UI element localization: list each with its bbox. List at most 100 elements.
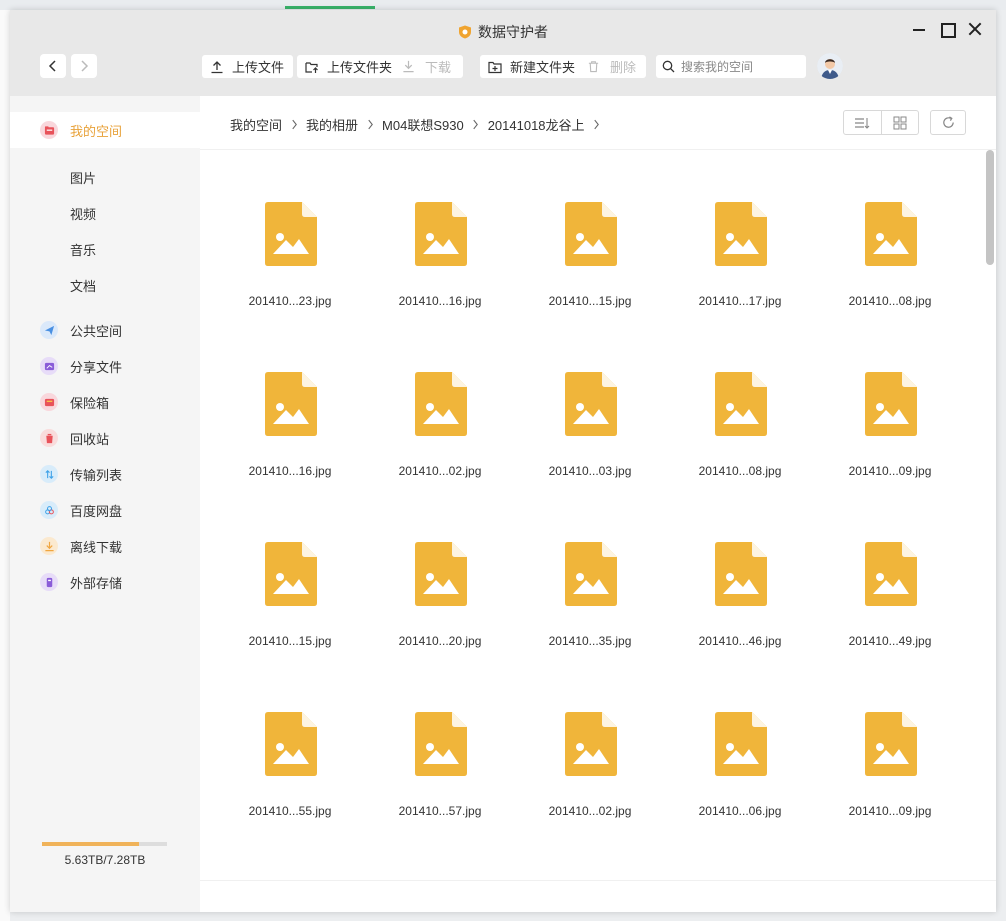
sidebar-sub-videos[interactable]: 视频: [70, 204, 96, 223]
file-name: 201410...03.jpg: [548, 464, 632, 478]
breadcrumb-item[interactable]: 我的空间: [230, 115, 282, 134]
file-name: 201410...09.jpg: [848, 804, 932, 818]
sidebar-item-label: 保险箱: [70, 395, 110, 411]
sort-list-icon: [855, 117, 870, 129]
chevron-right-icon: [282, 118, 306, 132]
chevron-right-icon: [464, 118, 488, 132]
folder-upload-icon: [305, 61, 318, 73]
forward-button[interactable]: [71, 54, 97, 78]
file-item[interactable]: 201410...08.jpg: [830, 150, 950, 308]
image-file-icon: [265, 372, 317, 436]
sidebar-item-public-space[interactable]: 公共空间: [10, 312, 200, 348]
file-item[interactable]: 201410...15.jpg: [230, 490, 350, 648]
image-file-icon: [865, 712, 917, 776]
sidebar-sub-pictures[interactable]: 图片: [70, 168, 96, 187]
close-button[interactable]: [968, 22, 982, 36]
trash-icon: [588, 61, 599, 73]
refresh-button[interactable]: [930, 110, 966, 135]
grid-view-button[interactable]: [880, 111, 919, 134]
download-button[interactable]: 下载: [402, 57, 451, 76]
file-item[interactable]: 201410...16.jpg: [230, 320, 350, 478]
trash-icon: [40, 429, 58, 447]
sidebar-sub-documents[interactable]: 文档: [70, 276, 96, 295]
file-item[interactable]: 201410...16.jpg: [380, 150, 500, 308]
upload-icon: [211, 60, 223, 73]
breadcrumb-bar: 我的空间 我的相册 M04联想S930 20141018龙谷上: [200, 96, 996, 150]
image-file-icon: [865, 372, 917, 436]
file-item[interactable]: 201410...02.jpg: [530, 660, 650, 818]
sidebar-item-transfer-list[interactable]: 传输列表: [10, 456, 200, 492]
file-item[interactable]: 201410...15.jpg: [530, 150, 650, 308]
sidebar-item-shared-files[interactable]: 分享文件: [10, 348, 200, 384]
baidu-cloud-icon: [40, 501, 58, 519]
image-file-icon: [865, 202, 917, 266]
back-button[interactable]: [40, 54, 66, 78]
scrollbar[interactable]: [986, 150, 994, 265]
sidebar-sub-music[interactable]: 音乐: [70, 240, 96, 259]
file-item[interactable]: 201410...17.jpg: [680, 150, 800, 308]
file-item[interactable]: 201410...46.jpg: [680, 490, 800, 648]
file-item[interactable]: 201410...09.jpg: [830, 320, 950, 478]
chevron-right-icon: [81, 60, 89, 72]
image-file-icon: [715, 372, 767, 436]
image-file-icon: [265, 202, 317, 266]
file-item[interactable]: 201410...06.jpg: [680, 660, 800, 818]
upload-file-button[interactable]: 上传文件: [202, 55, 293, 78]
breadcrumb: 我的空间 我的相册 M04联想S930 20141018龙谷上: [230, 115, 609, 134]
maximize-button[interactable]: [940, 22, 956, 38]
sidebar-item-offline-download[interactable]: 离线下载: [10, 528, 200, 564]
sidebar-item-my-space[interactable]: 我的空间: [10, 112, 200, 148]
file-item[interactable]: 201410...35.jpg: [530, 490, 650, 648]
file-item[interactable]: 201410...55.jpg: [230, 660, 350, 818]
sidebar-item-baidu-netdisk[interactable]: 百度网盘: [10, 492, 200, 528]
background-app-strip: [0, 0, 1006, 10]
safe-icon: [40, 393, 58, 411]
file-name: 201410...16.jpg: [248, 464, 332, 478]
search-input[interactable]: [681, 59, 791, 74]
image-file-icon: [565, 712, 617, 776]
file-item[interactable]: 201410...08.jpg: [680, 320, 800, 478]
list-view-button[interactable]: [844, 111, 881, 134]
title-bar: 数据守护者 上传文件 上传文件夹 下载 新建文件夹 删除: [10, 10, 996, 96]
search-box[interactable]: [656, 55, 806, 78]
minimize-button[interactable]: [912, 22, 926, 36]
new-folder-button[interactable]: 新建文件夹 删除: [480, 55, 646, 78]
file-item[interactable]: 201410...09.jpg: [830, 660, 950, 818]
image-file-icon: [715, 542, 767, 606]
sidebar-item-recycle-bin[interactable]: 回收站: [10, 420, 200, 456]
app-window: 数据守护者 上传文件 上传文件夹 下载 新建文件夹 删除 搜索我的空间 我的空间…: [10, 10, 996, 912]
upload-file-label: 上传文件: [232, 60, 285, 75]
chevron-right-icon[interactable]: [585, 118, 609, 132]
download-icon: [403, 60, 414, 73]
image-file-icon: [865, 542, 917, 606]
file-item[interactable]: 201410...03.jpg: [530, 320, 650, 478]
upload-folder-button[interactable]: 上传文件夹 下载: [297, 55, 463, 78]
refresh-icon: [942, 116, 954, 128]
background-tab-indicator: [285, 6, 375, 9]
external-storage-icon: [40, 573, 58, 591]
person-icon: [817, 53, 843, 79]
sidebar-item-label: 传输列表: [70, 467, 123, 483]
new-folder-label: 新建文件夹: [510, 60, 576, 75]
sidebar-item-safe[interactable]: 保险箱: [10, 384, 200, 420]
image-file-icon: [415, 202, 467, 266]
view-toggle: [843, 110, 919, 135]
file-item[interactable]: 201410...23.jpg: [230, 150, 350, 308]
file-name: 201410...46.jpg: [698, 634, 782, 648]
image-file-icon: [565, 372, 617, 436]
user-avatar[interactable]: [817, 53, 843, 79]
file-item[interactable]: 201410...20.jpg: [380, 490, 500, 648]
sidebar-item-external-storage[interactable]: 外部存储: [10, 564, 200, 600]
breadcrumb-item[interactable]: 20141018龙谷上: [488, 115, 585, 134]
breadcrumb-item[interactable]: M04联想S930: [382, 115, 464, 134]
delete-button[interactable]: 删除: [587, 57, 636, 76]
image-file-icon: [415, 712, 467, 776]
file-item[interactable]: 201410...02.jpg: [380, 320, 500, 478]
file-item[interactable]: 201410...49.jpg: [830, 490, 950, 648]
file-item[interactable]: 201410...57.jpg: [380, 660, 500, 818]
image-file-icon: [715, 202, 767, 266]
breadcrumb-item[interactable]: 我的相册: [306, 115, 358, 134]
image-file-icon: [415, 372, 467, 436]
share-icon: [40, 357, 58, 375]
image-file-icon: [265, 712, 317, 776]
